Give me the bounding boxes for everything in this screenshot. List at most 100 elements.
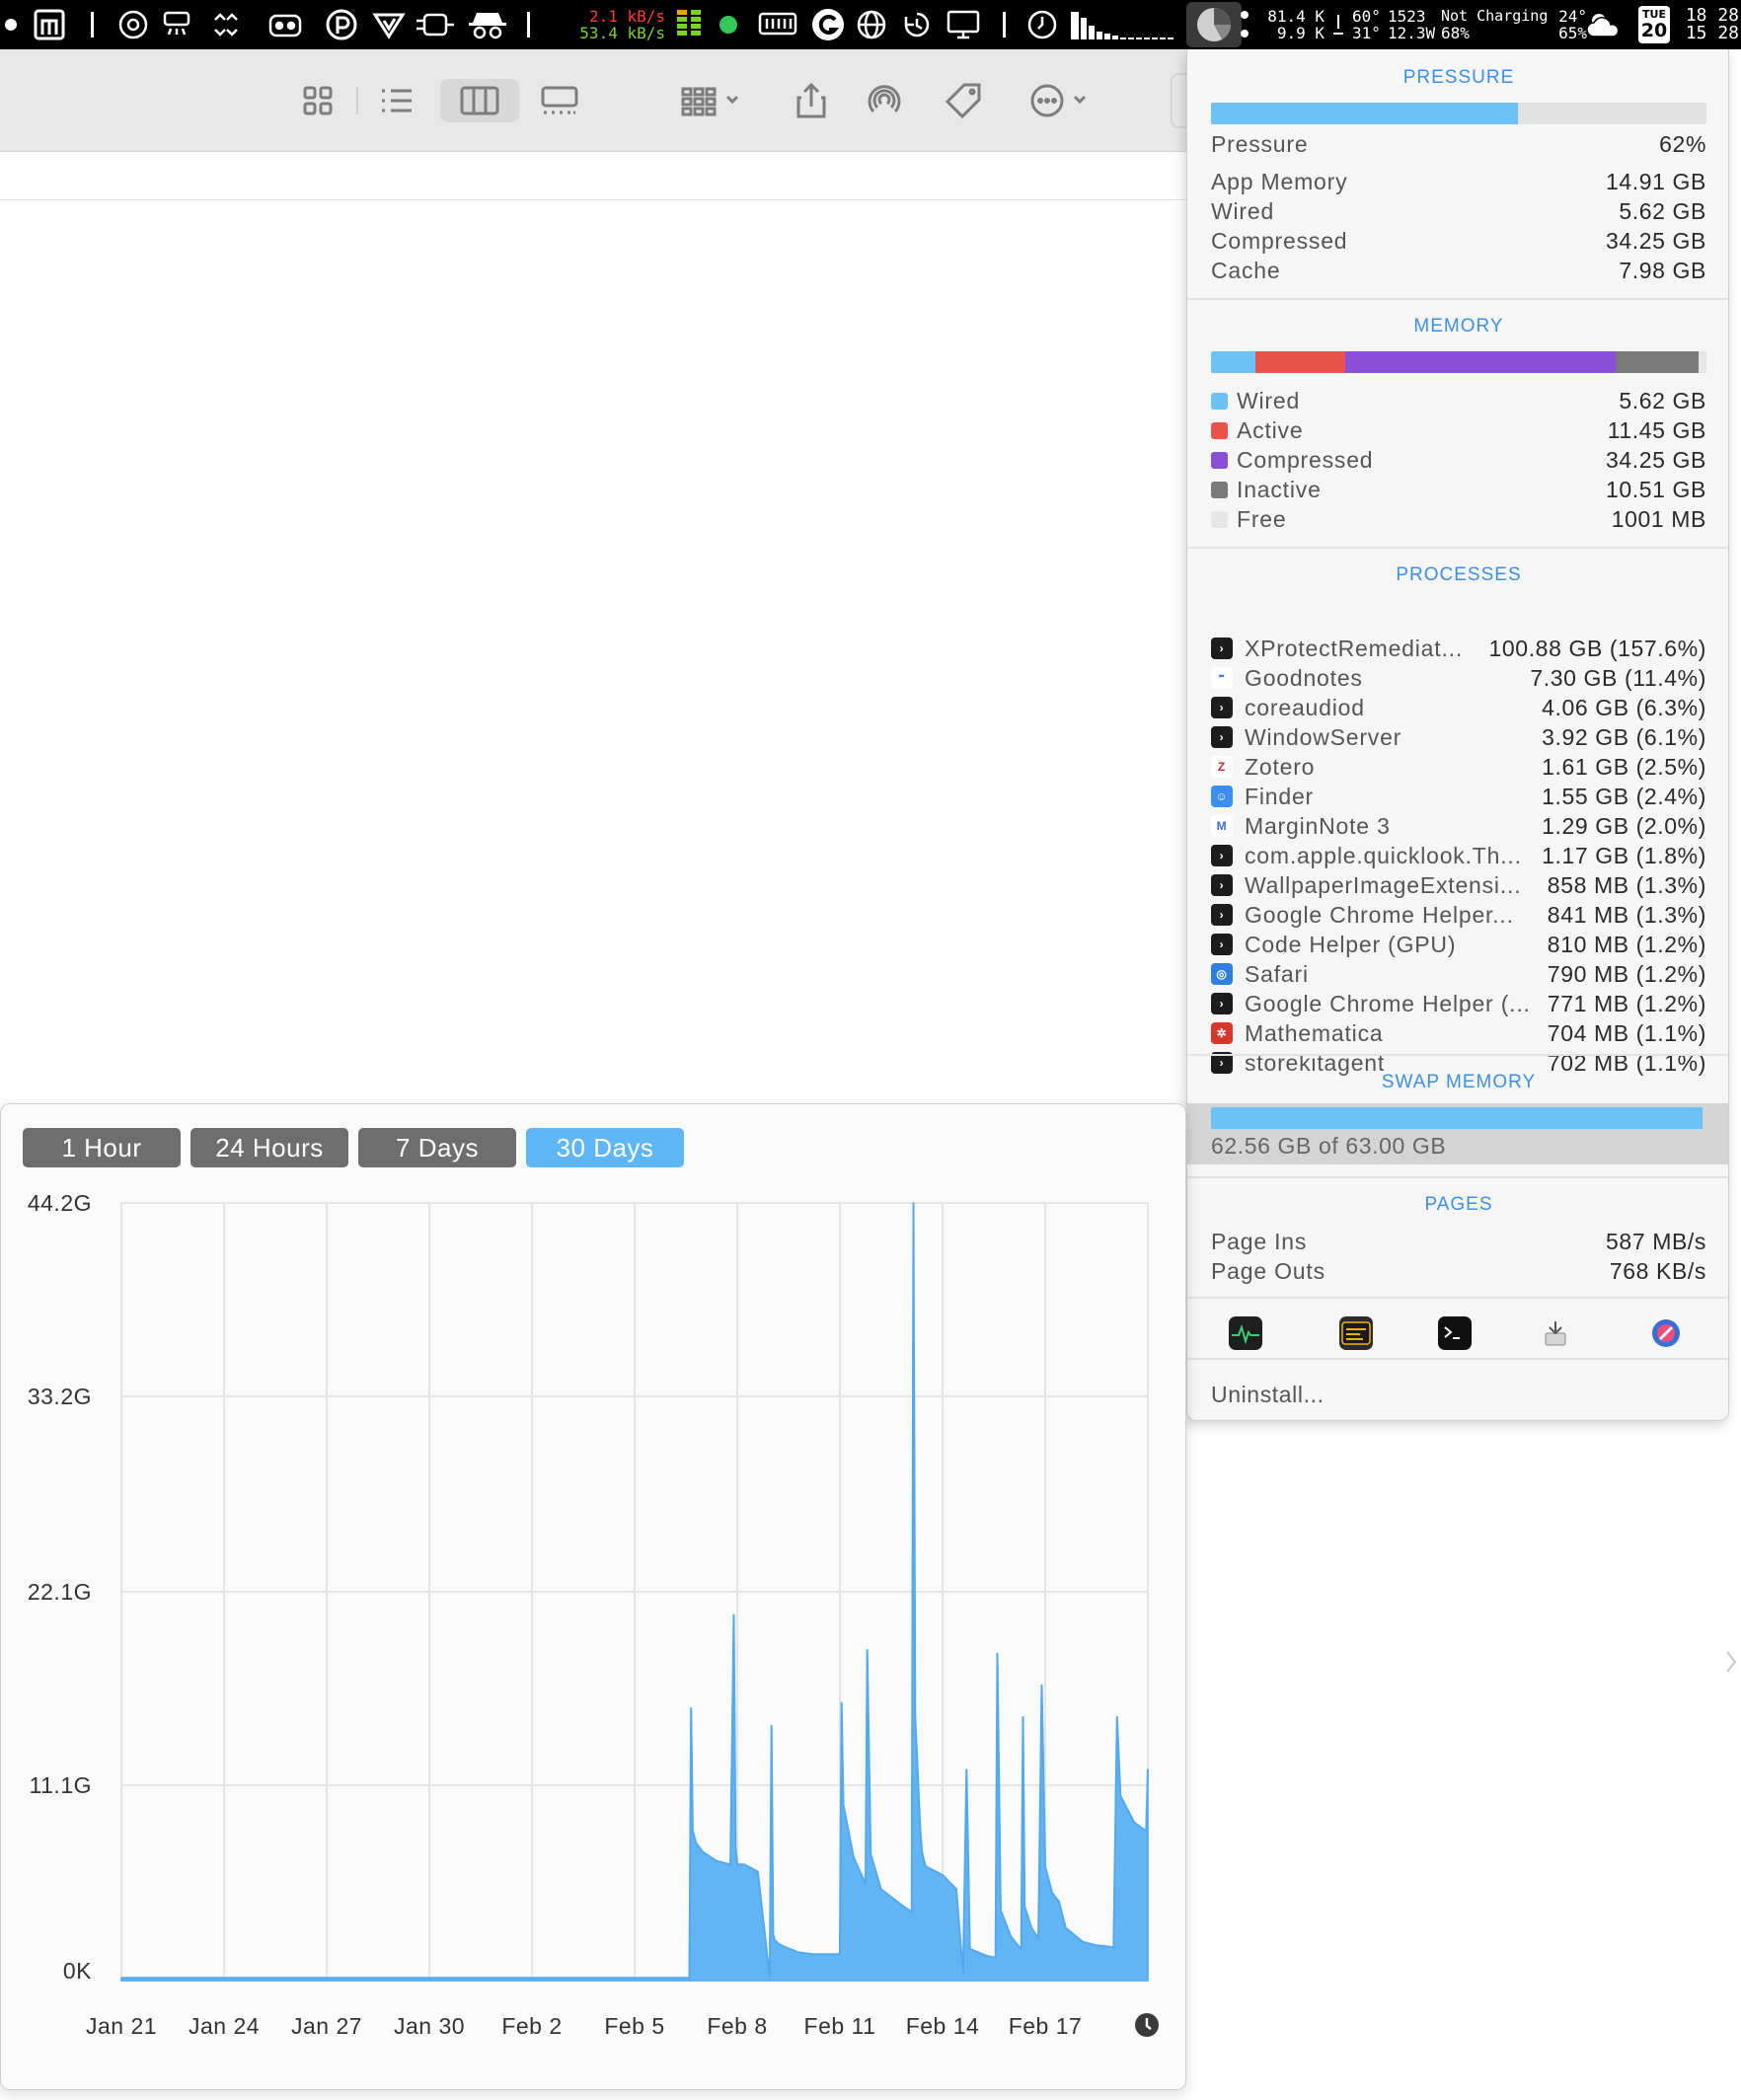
terminal-icon: › xyxy=(1211,845,1233,866)
display-icon[interactable] xyxy=(944,0,983,49)
battery-widget[interactable]: Not Charging 68% xyxy=(1441,0,1550,49)
network-speed-widget[interactable]: 2.1 kB/s 53.4 kB/s xyxy=(567,0,665,49)
globe-icon[interactable] xyxy=(853,0,890,49)
process-row[interactable]: › coreaudiod 4.06 GB (6.3%) xyxy=(1211,693,1706,722)
x-tick-label: Feb 8 xyxy=(707,2013,767,2039)
clock-widget[interactable]: 18 28 15 28 xyxy=(1678,0,1739,49)
process-label: › Google Chrome Helper... xyxy=(1211,902,1514,929)
memory-legend-text: Free xyxy=(1237,505,1287,532)
menu-bar: 2.1 kB/s 53.4 kB/s 81.4 K 9.9 K 60° 31° … xyxy=(0,0,1741,49)
section-divider xyxy=(1187,1358,1728,1360)
activity-monitor-icon[interactable] xyxy=(1229,1316,1262,1350)
disk-activity-widget[interactable]: 81.4 K 9.9 K xyxy=(1255,0,1325,49)
process-memory: 841 MB (1.3%) xyxy=(1547,901,1706,928)
process-row[interactable]: Z Zotero 1.61 GB (2.5%) xyxy=(1211,752,1706,782)
swap-usage-text: 62.56 GB of 63.00 GB xyxy=(1211,1133,1447,1159)
dot-icon xyxy=(4,0,18,49)
process-name: Google Chrome Helper... xyxy=(1245,901,1514,928)
process-row[interactable]: ⁼ Goodnotes 7.30 GB (11.4%) xyxy=(1211,663,1706,693)
process-memory: 1.29 GB (2.0%) xyxy=(1542,812,1706,839)
group-grid-icon xyxy=(681,87,739,116)
finder-divider xyxy=(0,199,1186,200)
history-clock-icon[interactable] xyxy=(1134,2012,1160,2038)
search-field-edge[interactable] xyxy=(1171,73,1186,128)
grammarly-icon[interactable] xyxy=(809,0,847,49)
color-swatch-icon xyxy=(1211,392,1228,410)
cache-value: 7.98 GB xyxy=(1619,257,1706,283)
y-tick-label: 0K xyxy=(63,1958,92,1984)
terminal-icon: › xyxy=(1211,874,1233,896)
terminal-icon[interactable] xyxy=(1438,1316,1472,1350)
calendar-date-widget[interactable]: TUE 20 xyxy=(1636,0,1672,49)
process-row[interactable]: › Google Chrome Helper (... 771 MB (1.2%) xyxy=(1211,989,1706,1018)
columns-icon xyxy=(460,86,499,115)
power-draw: 12.3W xyxy=(1388,24,1436,42)
process-row[interactable]: › Google Chrome Helper... 841 MB (1.3%) xyxy=(1211,900,1706,930)
process-row[interactable]: ◎ Safari 790 MB (1.2%) xyxy=(1211,959,1706,989)
memory-legend-row: Free 1001 MB xyxy=(1211,504,1706,534)
gamepad-icon[interactable] xyxy=(265,0,306,49)
process-memory: 810 MB (1.2%) xyxy=(1547,931,1706,957)
process-row[interactable]: › WindowServer 3.92 GB (6.1%) xyxy=(1211,722,1706,752)
icon-view-button[interactable] xyxy=(296,79,340,122)
share-button[interactable] xyxy=(790,79,833,122)
partly-cloudy-icon[interactable] xyxy=(1585,0,1625,49)
y-tick-label: 44.2G xyxy=(28,1190,92,1216)
expand-arrows-icon[interactable] xyxy=(207,0,245,49)
pages-section-title: PAGES xyxy=(1424,1194,1493,1215)
shower-icon[interactable] xyxy=(158,0,195,49)
vpn-shield-icon[interactable] xyxy=(369,0,409,49)
power-plug-icon[interactable] xyxy=(413,0,458,49)
memory-segment xyxy=(1254,351,1346,373)
more-actions-button[interactable] xyxy=(1026,79,1098,122)
tags-button[interactable] xyxy=(942,79,985,122)
cpu-history-graph-icon[interactable] xyxy=(1068,0,1184,49)
process-row[interactable]: M MarginNote 3 1.29 GB (2.0%) xyxy=(1211,811,1706,841)
process-row[interactable]: › Code Helper (GPU) 810 MB (1.2%) xyxy=(1211,930,1706,959)
memory-segment xyxy=(1345,351,1617,373)
weather-readout-widget[interactable]: 24° 65% xyxy=(1548,0,1587,49)
process-memory: 1.61 GB (2.5%) xyxy=(1542,753,1706,780)
memory-legend-text: Inactive xyxy=(1237,476,1322,502)
memory-segment xyxy=(1211,351,1255,373)
process-row[interactable]: ☺ Finder 1.55 GB (2.4%) xyxy=(1211,782,1706,811)
process-label: › WindowServer xyxy=(1211,724,1401,751)
process-row[interactable]: ✲ Mathematica 704 MB (1.1%) xyxy=(1211,1018,1706,1048)
memory-pie-icon[interactable] xyxy=(1186,2,1242,47)
pastebot-icon[interactable] xyxy=(322,0,361,49)
clock-icon[interactable] xyxy=(1024,0,1060,49)
fan-power-widget[interactable]: 1523 12.3W xyxy=(1388,0,1439,49)
memory-legend-value: 34.25 GB xyxy=(1606,446,1706,473)
upload-speed: 2.1 kB/s xyxy=(588,7,665,26)
grid-icon xyxy=(303,86,333,115)
group-by-button[interactable] xyxy=(679,79,750,122)
process-row[interactable]: › com.apple.quicklook.Th... 1.17 GB (1.8%) xyxy=(1211,841,1706,870)
process-memory: 7.30 GB (11.4%) xyxy=(1530,664,1706,691)
temperature-widget[interactable]: 60° 31° xyxy=(1352,0,1390,49)
ellipsis-circle-icon xyxy=(1030,84,1087,117)
camera-lens-icon[interactable] xyxy=(114,0,152,49)
list-view-button[interactable] xyxy=(375,79,418,122)
process-memory: 4.06 GB (6.3%) xyxy=(1542,694,1706,720)
process-row[interactable]: › WallpaperImageExtensi... 858 MB (1.3%) xyxy=(1211,870,1706,900)
page-outs-label: Page Outs xyxy=(1211,1257,1325,1284)
gallery-view-button[interactable] xyxy=(537,79,582,122)
process-name: Zotero xyxy=(1245,753,1316,780)
cache-row: Cache 7.98 GB xyxy=(1211,256,1706,285)
uninstall-menu-item[interactable]: Uninstall... xyxy=(1211,1382,1325,1408)
console-icon[interactable] xyxy=(1339,1316,1373,1350)
battery-level-bars-icon[interactable] xyxy=(673,0,707,49)
swap-section-title: SWAP MEMORY xyxy=(1381,1072,1537,1092)
time-machine-icon[interactable] xyxy=(898,0,936,49)
airdrop-button[interactable] xyxy=(863,79,906,122)
incognito-icon[interactable] xyxy=(464,0,511,49)
process-row[interactable]: › XProtectRemediat... 100.88 GB (157.6%) xyxy=(1211,634,1706,663)
column-view-button[interactable] xyxy=(440,79,519,122)
app-window-icon[interactable] xyxy=(30,0,69,49)
process-name: WallpaperImageExtensi... xyxy=(1245,871,1522,898)
ram-chip-icon[interactable] xyxy=(756,0,799,49)
disk-utility-icon[interactable] xyxy=(1649,1316,1683,1350)
finder-icon: ☺ xyxy=(1211,786,1233,807)
page-ins-row: Page Ins 587 MB/s xyxy=(1211,1227,1706,1256)
system-information-icon[interactable] xyxy=(1539,1316,1572,1350)
